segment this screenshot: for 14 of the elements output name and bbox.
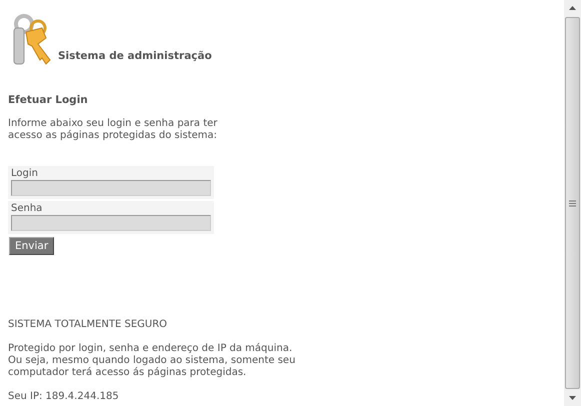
- scrollbar[interactable]: [564, 0, 581, 406]
- intro-text: Informe abaixo seu login e senha para ter acesso as páginas protegidas do sistema:: [8, 118, 218, 142]
- submit-button[interactable]: Enviar: [9, 237, 54, 255]
- input-field[interactable]: [11, 215, 211, 231]
- scroll-thumb[interactable]: [565, 17, 580, 389]
- grip-icon: [569, 200, 576, 206]
- section-heading: Efetuar Login: [8, 94, 89, 106]
- input-field[interactable]: [11, 180, 211, 196]
- field-label: Senha: [11, 203, 44, 215]
- field-label: Login: [11, 168, 39, 180]
- page-title: Sistema de administração: [58, 50, 212, 64]
- ip-text: Seu IP: 189.4.244.185: [8, 391, 120, 403]
- security-heading: SISTEMA TOTALMENTE SEGURO: [8, 319, 168, 331]
- security-text: Protegido por login, senha e endereço de IP da máquina. Ou seja, mesmo quando logado ao sistema, somente seu computador terá acesso ás páginas protegidas.: [8, 343, 296, 379]
